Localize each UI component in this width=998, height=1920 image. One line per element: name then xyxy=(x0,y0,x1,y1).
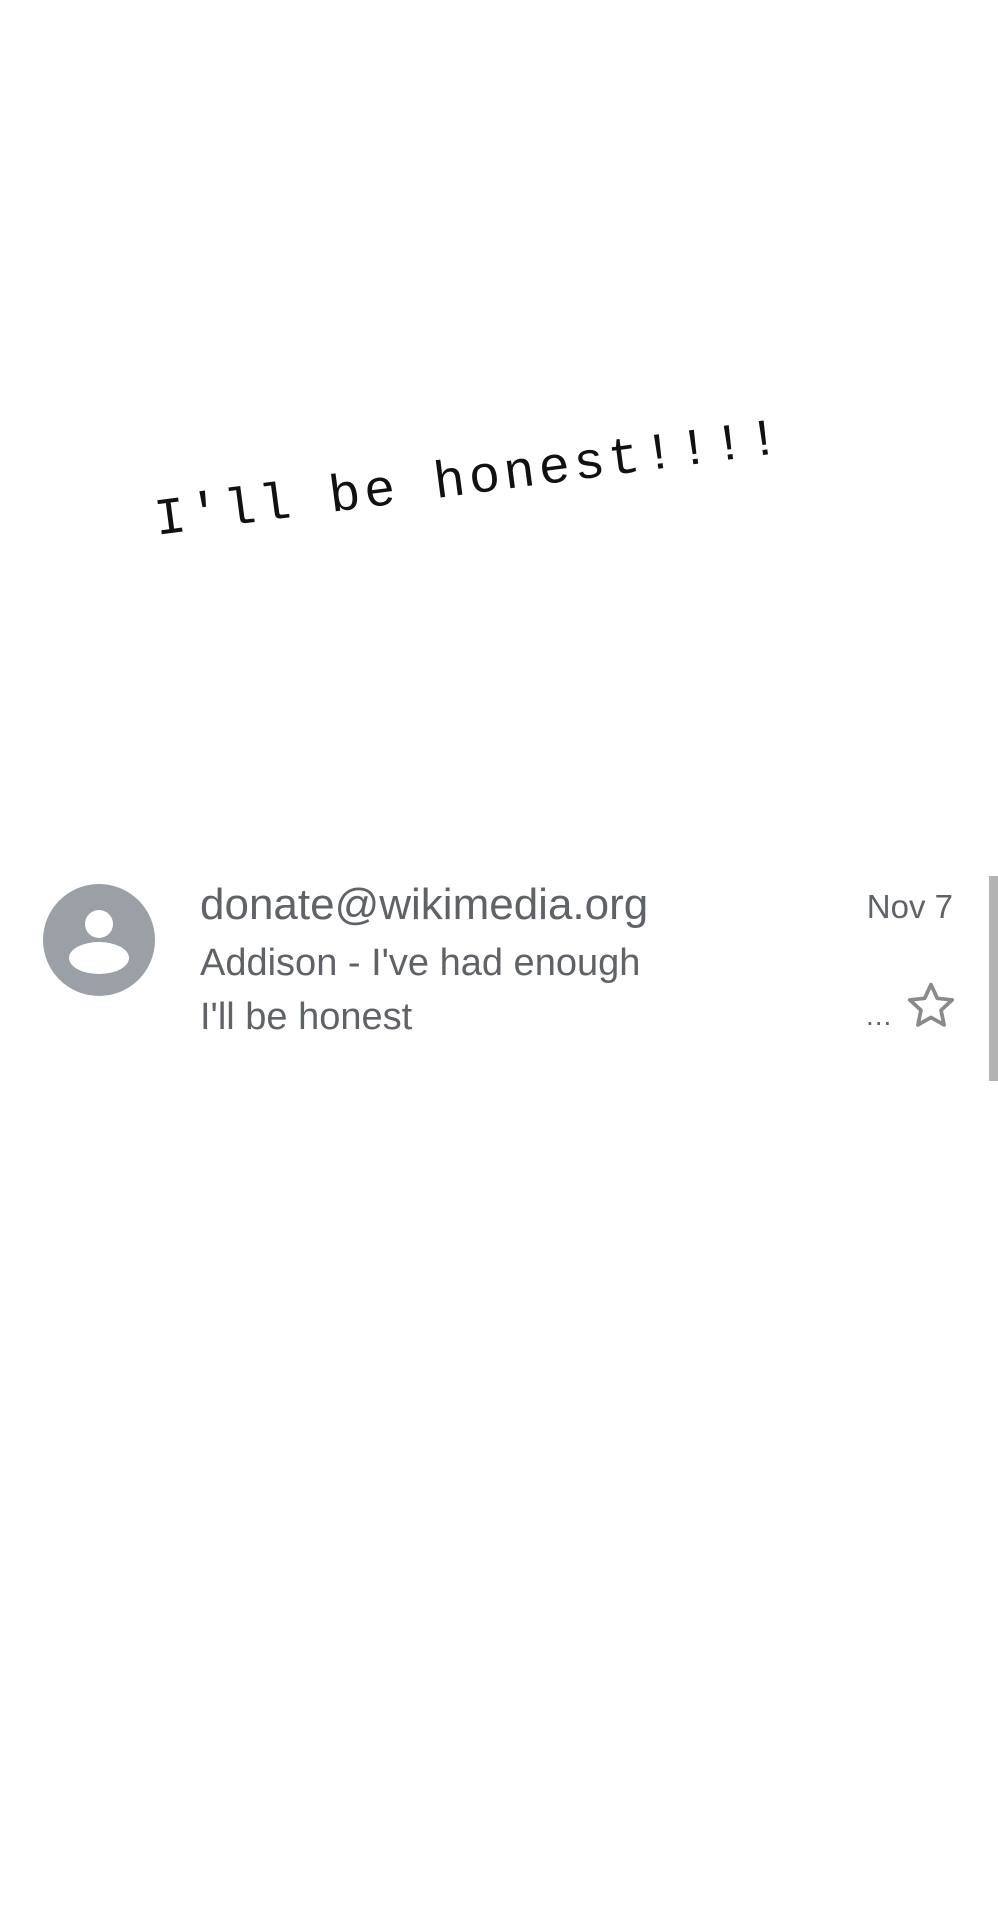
overlay-caption: I'll be honest!!!! xyxy=(151,409,788,551)
email-subject: Addison - I've had enough xyxy=(200,942,641,984)
star-outline-icon xyxy=(907,982,955,1027)
star-button[interactable] xyxy=(903,978,959,1034)
sender-avatar[interactable] xyxy=(43,884,155,996)
scrollbar[interactable] xyxy=(989,876,998,1081)
email-snippet: I'll be honest xyxy=(200,996,413,1038)
email-date: Nov 7 xyxy=(866,888,953,925)
person-icon xyxy=(69,910,129,974)
truncation-ellipsis: ... xyxy=(866,1000,893,1031)
email-list-item[interactable]: donate@wikimedia.org Addison - I've had … xyxy=(0,870,998,1050)
sender-address: donate@wikimedia.org xyxy=(200,880,649,929)
